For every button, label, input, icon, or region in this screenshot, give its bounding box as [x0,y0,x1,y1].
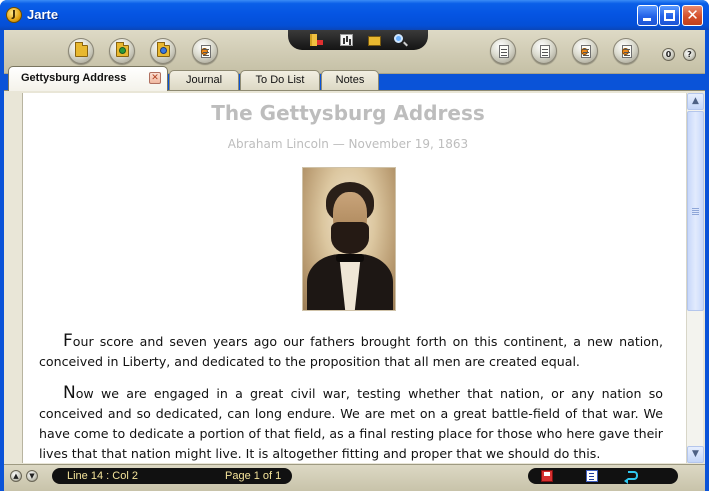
scroll-up-button[interactable]: ▲ [687,93,704,110]
minimize-button[interactable] [637,5,658,26]
save-badge-icon [160,47,167,54]
pencil-document-icon [581,45,591,58]
tab-journal[interactable]: Journal [169,70,239,90]
export-button[interactable] [192,38,218,64]
save-icon[interactable] [541,470,553,482]
document-page[interactable]: The Gettysburg Address Abraham Lincoln —… [22,93,686,463]
editor-area: The Gettysburg Address Abraham Lincoln —… [4,90,705,464]
insert-object-icon[interactable] [310,34,323,46]
page-indicator: Page 1 of 1 [225,470,282,482]
close-button[interactable]: ✕ [682,5,703,26]
font-document-icon [499,45,509,58]
folder-new-icon [116,42,129,57]
folder-icon[interactable] [368,36,381,46]
document-title: The Gettysburg Address [211,101,485,125]
paragraph-button[interactable] [531,38,557,64]
document-export-icon [201,45,211,58]
clipboard-icon [622,45,632,58]
status-bar: ▲ ▼ Line 14 : Col 2 Page 1 of 1 [4,464,705,491]
word-wrap-icon[interactable] [624,471,638,484]
tab-to-do-list[interactable]: To Do List [240,70,320,90]
tab-gettysburg-address[interactable]: Gettysburg Address ✕ [8,66,168,91]
save-button[interactable] [150,38,176,64]
portrait-beard [331,222,369,254]
table-icon[interactable] [340,34,353,46]
paragraph-1[interactable]: Four score and seven years ago our fathe… [39,331,663,372]
plus-badge-icon [119,47,126,54]
line-col-indicator: Line 14 : Col 2 [67,470,138,482]
app-window: J Jarte ✕ 0 ? Gettysburg Address ✕ Journ… [0,0,709,491]
close-icon: ✕ [686,6,699,24]
dropcap-2: N [63,383,76,403]
vertical-scrollbar[interactable]: ▲ ▼ [686,93,704,463]
status-tools [528,468,678,484]
tab-notes[interactable]: Notes [321,70,379,90]
font-button[interactable] [490,38,516,64]
help-button[interactable]: ? [683,48,696,61]
open-button[interactable] [68,38,94,64]
status-pill: Line 14 : Col 2 Page 1 of 1 [52,468,292,484]
search-icon[interactable] [394,34,403,43]
nav-up-icon[interactable]: ▲ [10,470,22,482]
tab-label: Journal [185,74,223,86]
edit-button[interactable] [572,38,598,64]
document-icon[interactable] [586,470,598,482]
new-button[interactable] [109,38,135,64]
portrait-tie [336,254,364,262]
document-subtitle: Abraham Lincoln — November 19, 1863 [227,137,469,151]
arrow-badge-icon [201,48,208,55]
title-bar[interactable]: J Jarte ✕ [0,0,709,30]
folder-save-icon [157,42,170,57]
dropcap-1: F [63,331,73,351]
scroll-thumb[interactable] [687,111,704,311]
counter-button[interactable]: 0 [662,48,675,61]
clipboard-button[interactable] [613,38,639,64]
tab-label: To Do List [255,74,305,86]
folder-open-icon [75,42,88,57]
pencil-badge-icon [581,48,588,55]
clipboard-badge-icon [622,48,629,55]
tab-close-icon[interactable]: ✕ [149,72,161,84]
tab-label: Gettysburg Address [21,72,127,84]
tab-label: Notes [335,74,365,86]
paragraph-2-text: ow we are engaged in a great civil war, … [39,386,663,461]
maximize-button[interactable] [659,5,680,26]
minimize-icon [643,18,651,21]
paragraph-2[interactable]: Now we are engaged in a great civil war,… [39,383,663,463]
lincoln-portrait-image[interactable] [302,167,396,311]
app-icon[interactable]: J [6,7,22,23]
nav-down-icon[interactable]: ▼ [26,470,38,482]
paragraph-1-text: our score and seven years ago our father… [39,334,663,369]
scroll-down-button[interactable]: ▼ [687,446,704,463]
tab-strip: Gettysburg Address ✕ Journal To Do List … [4,62,705,91]
maximize-icon [664,10,675,21]
center-tool-pod [288,30,428,50]
paragraph-icon [540,45,550,58]
window-title: Jarte [27,7,59,22]
